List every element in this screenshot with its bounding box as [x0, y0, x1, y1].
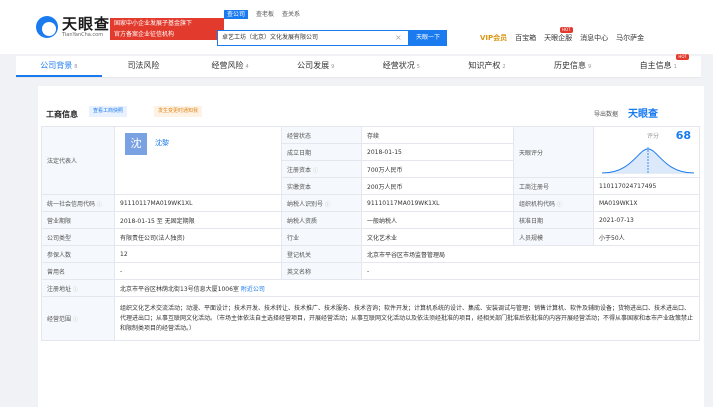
nav-vip[interactable]: VIP会员 — [480, 33, 507, 43]
company-type-value: 有限责任公司(法人独资) — [114, 228, 282, 246]
nearby-companies-link[interactable]: 附近公司 — [241, 286, 265, 293]
term-value: 2018-01-15 至 无固定期限 — [114, 211, 282, 229]
reg-capital-label: 注册资本 ⓘ — [281, 160, 362, 178]
reg-no-label: 工商注册号 — [513, 177, 594, 195]
section-title: 工商信息 — [46, 110, 78, 119]
logo-icon — [36, 16, 58, 38]
tab-legal-risk[interactable]: 司法风险 — [102, 56, 188, 77]
status-value: 存续 — [361, 126, 514, 144]
view-snapshot-button[interactable]: 查看工商快照 — [89, 106, 128, 117]
score-title: 评分 — [646, 133, 659, 140]
staff-size-value: 小于50人 — [593, 228, 700, 246]
business-info-table: 法定代表人 沈 沈黎 经营状态 存续 天眼评分 评分 68 成立日期 2018-… — [41, 126, 700, 341]
score-value: 68 — [675, 129, 691, 142]
page: 天眼查 TianYanCha.com 国家中小企业发展子基金旗下 官方备案企业征… — [0, 0, 713, 407]
search-tab-relation[interactable]: 查关系 — [282, 10, 300, 19]
tax-qualification-value: 一般纳税人 — [361, 211, 514, 229]
tab-operations[interactable]: 经营状况 5 — [359, 56, 445, 77]
score-distribution-chart — [602, 147, 694, 174]
insured-label: 参保人数 — [41, 245, 115, 263]
score-label: 天眼评分 — [513, 126, 594, 178]
logo[interactable]: 天眼查 TianYanCha.com — [36, 16, 110, 38]
org-code-label: 组织机构代码 ⓘ — [513, 194, 594, 212]
scope-label: 经营范围 ⓘ — [41, 296, 115, 341]
tab-business-risk[interactable]: 经营风险 4 — [187, 56, 273, 77]
business-info-card: 工商信息 查看工商快照 发生变更时通知我 导出数据 天眼查 法定代表人 沈 沈黎… — [38, 86, 704, 407]
tab-ip[interactable]: 知识产权 2 — [444, 56, 530, 77]
promo-line-2: 官方备案企业征信机构 — [114, 31, 175, 38]
industry-value: 文化艺术业 — [361, 228, 514, 246]
brand-logo: 天眼查 — [628, 109, 658, 120]
nav-messages[interactable]: 消息中心 — [580, 33, 608, 43]
scope-value: 组织文化艺术交流活动；动漫、平面设计；技术开发、技术转让、技术推广、技术服务、技… — [114, 296, 700, 341]
legal-rep-name[interactable]: 沈黎 — [155, 138, 169, 148]
address-label: 注册地址 ⓘ — [41, 279, 115, 297]
tab-company-background[interactable]: 公司背景 8 — [16, 56, 102, 77]
legal-rep-label: 法定代表人 — [41, 126, 115, 195]
top-header: 天眼查 TianYanCha.com 国家中小企业发展子基金旗下 官方备案企业征… — [0, 0, 713, 54]
insured-value: 12 — [114, 245, 282, 263]
search-tabs: 查公司 查老板 查关系 — [224, 10, 308, 19]
notify-button[interactable]: 发生变更时通知我 — [154, 106, 203, 117]
status-label: 经营状态 — [281, 126, 362, 144]
reg-capital-value: 700万人民币 — [361, 160, 514, 178]
promo-line-1: 国家中小企业发展子基金旗下 — [114, 20, 193, 27]
tax-id-value: 91110117MA019WK1XL — [361, 194, 514, 212]
paid-capital-value: 200万人民币 — [361, 177, 514, 195]
company-type-label: 公司类型 — [41, 228, 115, 246]
nav-enterprise-service[interactable]: 天眼企服 — [544, 33, 572, 43]
search-button[interactable]: 天眼一下 — [409, 30, 447, 46]
estab-date-value: 2018-01-15 — [361, 143, 514, 161]
logo-domain: TianYanCha.com — [62, 32, 104, 38]
uscc-label: 统一社会信用代码 ⓘ — [41, 194, 115, 212]
estab-date-label: 成立日期 — [281, 143, 362, 161]
tab-self-info[interactable]: 自主信息 1 HOT — [615, 54, 701, 77]
category-tabs: 公司背景 8 司法风险 经营风险 4 公司发展 9 经营状况 5 知识产权 2 历史信息 9… — [16, 54, 701, 78]
staff-size-label: 人员规模 — [513, 228, 594, 246]
nav-user[interactable]: 马尔萨金 — [616, 33, 644, 43]
english-name-value: - — [361, 262, 700, 280]
tab-development[interactable]: 公司发展 9 — [273, 56, 359, 77]
approve-date-value: 2021-07-13 — [593, 211, 700, 229]
former-name-value: - — [114, 262, 282, 280]
search-tab-company[interactable]: 查公司 — [224, 10, 249, 19]
authority-value: 北京市平谷区市场监督管理局 — [361, 245, 700, 263]
term-label: 营业期限 — [41, 211, 115, 229]
tax-id-label: 纳税人识别号 ⓘ — [281, 194, 362, 212]
uscc-value: 91110117MA019WK1XL — [114, 194, 282, 212]
search-input[interactable]: 卓艺工坊（北京）文化发展有限公司 — [217, 30, 409, 46]
authority-label: 登记机关 — [281, 245, 362, 263]
former-name-label: 曾用名 — [41, 262, 115, 280]
search-tab-boss[interactable]: 查老板 — [256, 10, 274, 19]
reg-no-value: 110117024717495 — [593, 177, 700, 195]
avatar[interactable]: 沈 — [125, 133, 147, 155]
org-code-value: MA019WK1X — [593, 194, 700, 212]
hot-badge: HOT — [676, 54, 689, 60]
industry-label: 行业 — [281, 228, 362, 246]
score-cell: 评分 68 — [593, 126, 700, 178]
top-nav: VIP会员 百宝箱 天眼企服 消息中心 马尔萨金 — [480, 33, 652, 43]
approve-date-label: 核准日期 — [513, 211, 594, 229]
legal-rep-cell: 沈 沈黎 — [114, 126, 282, 195]
promo-banner[interactable]: 国家中小企业发展子基金旗下 官方备案企业征信机构 — [110, 18, 224, 40]
address-value: 北京市平谷区林荫北街13号信息大厦1006室 附近公司 — [114, 279, 700, 297]
logo-text: 天眼查 — [62, 15, 111, 33]
english-name-label: 英文名称 — [281, 262, 362, 280]
tab-history[interactable]: 历史信息 9 — [530, 56, 616, 77]
clear-icon[interactable]: × — [395, 30, 402, 46]
paid-capital-label: 实缴资本 — [281, 177, 362, 195]
tax-qualification-label: 纳税人资质 — [281, 211, 362, 229]
export-button[interactable]: 导出数据 — [594, 109, 618, 118]
nav-toolbox[interactable]: 百宝箱 — [515, 33, 536, 43]
